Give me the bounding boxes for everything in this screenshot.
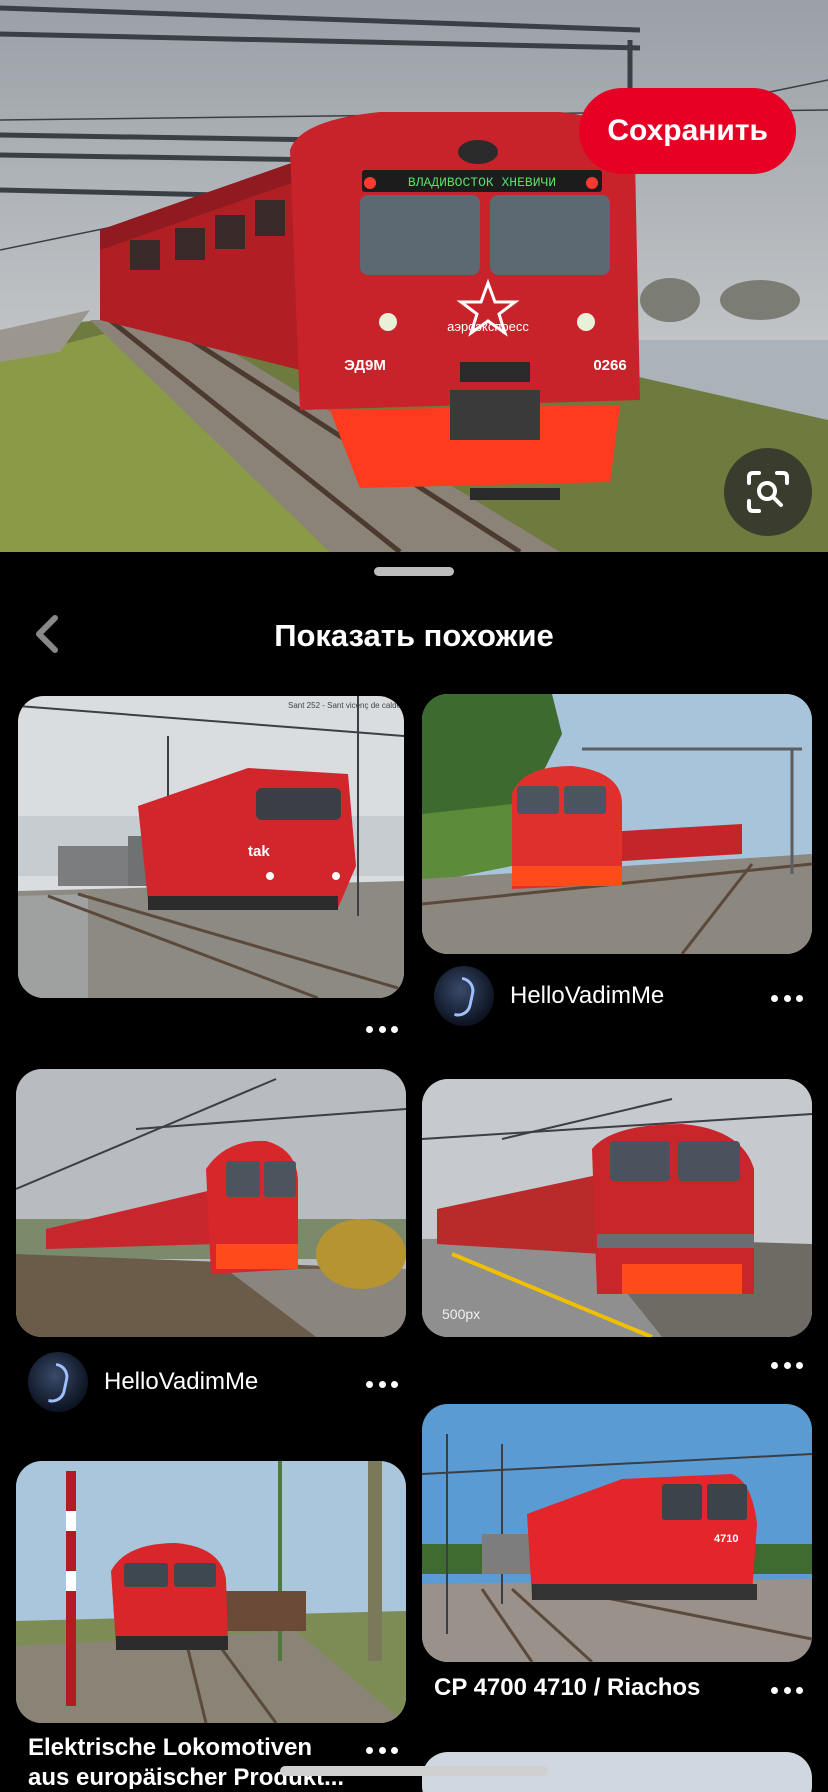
pin-image-2[interactable] — [422, 694, 812, 954]
svg-text:ВЛАДИВОСТОК ХНЕВИЧИ: ВЛАДИВОСТОК ХНЕВИЧИ — [408, 175, 556, 190]
pin-more-button[interactable] — [767, 986, 807, 1010]
pin-title[interactable]: CP 4700 4710 / Riachos — [434, 1673, 754, 1703]
pin-author[interactable]: HelloVadimMe — [28, 1352, 258, 1412]
pin-closeup-image[interactable]: ВЛАДИВОСТОК ХНЕВИЧИ аэроэкспресс ЭД9М 02… — [0, 0, 828, 552]
pin-more-button[interactable] — [362, 1738, 402, 1762]
pin-image-4[interactable]: 500px — [422, 1079, 812, 1337]
svg-text:0266: 0266 — [593, 357, 626, 374]
locomotive-photo: 4710 — [422, 1404, 812, 1662]
pin-more-button[interactable] — [767, 1678, 807, 1702]
save-button[interactable]: Сохранить — [579, 88, 796, 174]
visual-search-button[interactable] — [724, 448, 812, 536]
locomotive-photo — [16, 1461, 406, 1723]
pin-author[interactable]: HelloVadimMe — [434, 966, 664, 1026]
pin-title-line-1: Elektrische Lokomotiven — [28, 1734, 313, 1761]
author-name: HelloVadimMe — [104, 1368, 259, 1395]
svg-text:500px: 500px — [442, 1306, 480, 1322]
train-photo — [422, 694, 812, 954]
pin-title[interactable]: Elektrische Lokomotiven aus europäischer… — [28, 1733, 348, 1789]
train-photo — [16, 1069, 406, 1337]
pin-image-6[interactable]: 4710 — [422, 1404, 812, 1662]
svg-text:4710: 4710 — [714, 1533, 738, 1545]
visual-search-icon — [747, 471, 789, 513]
pin-image-5[interactable] — [16, 1461, 406, 1723]
pin-image-3[interactable] — [16, 1069, 406, 1337]
author-name: HelloVadimMe — [510, 982, 665, 1009]
pin-image-1[interactable]: tak Sant 252 - Sant vicenç de calders — [18, 696, 404, 998]
pin-more-button[interactable] — [362, 1017, 402, 1041]
avatar — [434, 966, 494, 1026]
train-photo: 500px — [422, 1079, 812, 1337]
svg-text:аэроэкспресс: аэроэкспресс — [447, 319, 529, 334]
page-title: Показать похожие — [274, 618, 554, 653]
svg-text:ЭД9М: ЭД9М — [344, 357, 386, 374]
pin-more-button[interactable] — [767, 1353, 807, 1377]
pin-more-button[interactable] — [362, 1372, 402, 1396]
avatar — [28, 1352, 88, 1412]
svg-text:Sant 252 - Sant vicenç de cald: Sant 252 - Sant vicenç de calders — [288, 701, 404, 710]
sheet-drag-handle[interactable] — [374, 567, 454, 576]
svg-text:tak: tak — [248, 843, 270, 860]
train-photo: ВЛАДИВОСТОК ХНЕВИЧИ аэроэкспресс ЭД9М 02… — [0, 0, 828, 552]
home-indicator — [280, 1766, 548, 1776]
locomotive-photo: tak Sant 252 - Sant vicenç de calders — [18, 696, 404, 998]
